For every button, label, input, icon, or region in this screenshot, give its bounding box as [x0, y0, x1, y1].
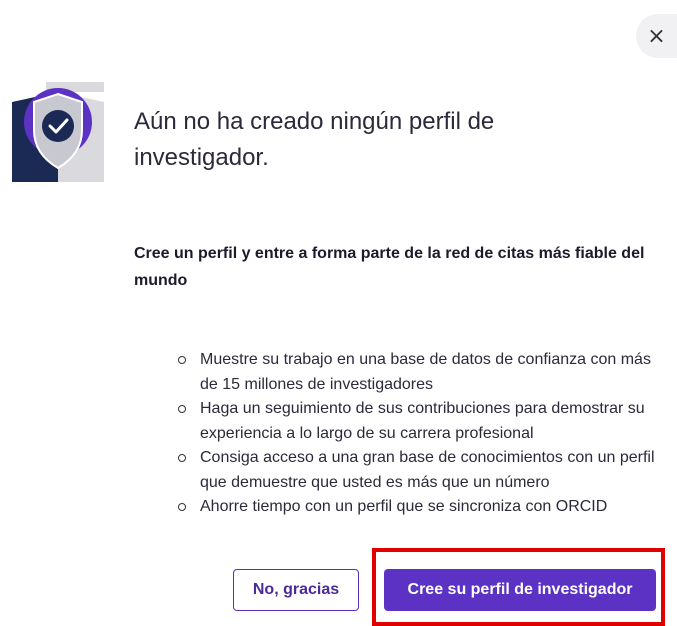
bullet-icon [178, 454, 186, 462]
dialog-title: Aún no ha creado ningún perfil de invest… [134, 108, 495, 171]
benefit-text: Consiga acceso a una gran base de conoci… [200, 449, 655, 491]
close-icon: × [647, 23, 666, 49]
benefit-text: Ahorre tiempo con un perfil que se sincr… [200, 498, 608, 515]
close-button[interactable]: × [636, 14, 677, 58]
benefit-item: Haga un seguimiento de sus contribucione… [178, 397, 672, 446]
shield-check-icon [12, 82, 104, 182]
create-profile-button[interactable]: Cree su perfil de investigador [384, 569, 656, 611]
benefits-list: Muestre su trabajo en una base de datos … [178, 348, 672, 520]
benefit-text: Muestre su trabajo en una base de datos … [200, 351, 651, 393]
bullet-icon [178, 503, 186, 511]
benefit-item: Muestre su trabajo en una base de datos … [178, 348, 672, 397]
benefit-item: Consiga acceso a una gran base de conoci… [178, 446, 672, 495]
dialog-subtitle: Cree un perfil y entre a forma parte de … [134, 245, 645, 289]
bullet-icon [178, 405, 186, 413]
bullet-icon [178, 356, 186, 364]
decline-button[interactable]: No, gracias [233, 569, 359, 611]
benefit-text: Haga un seguimiento de sus contribucione… [200, 400, 645, 442]
benefit-item: Ahorre tiempo con un perfil que se sincr… [178, 495, 672, 520]
